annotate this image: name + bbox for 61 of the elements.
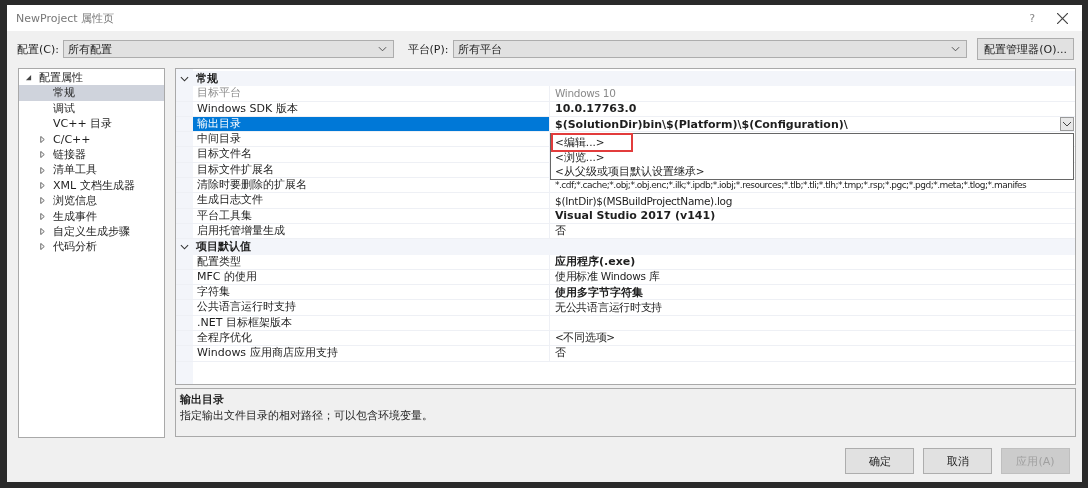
tree-item[interactable]: 常规: [19, 85, 164, 101]
dropdown-option[interactable]: <编辑...>: [553, 135, 631, 150]
property-name[interactable]: 目标文件扩展名: [193, 162, 549, 178]
property-value: 使用标准 Windows 库: [555, 270, 660, 284]
config-label: 配置(C):: [17, 41, 59, 57]
tree-item[interactable]: 清单工具: [19, 162, 164, 178]
chevron-down-icon[interactable]: [180, 75, 189, 82]
property-name[interactable]: .NET 目标框架版本: [193, 315, 549, 331]
description-text: 指定输出文件目录的相对路径；可以包含环境变量。: [180, 409, 434, 423]
property-name[interactable]: Windows 应用商店应用支持: [193, 346, 549, 361]
property-name[interactable]: 中间目录: [193, 132, 549, 147]
platform-dropdown[interactable]: 所有平台: [452, 40, 968, 58]
dropdown-option[interactable]: <从父级或项目默认设置继承>: [553, 164, 705, 179]
collapse-arrow-icon[interactable]: [25, 74, 32, 82]
config-dropdown[interactable]: 所有配置: [63, 40, 394, 58]
property-name[interactable]: 生成日志文件: [193, 193, 549, 208]
property-name[interactable]: MFC 的使用: [193, 269, 549, 285]
platform-label: 平台(P):: [407, 41, 449, 57]
tree-item[interactable]: 代码分析: [19, 239, 164, 255]
property-value: *.cdf;*.cache;*.obj;*.obj.enc;*.ilk;*.ipdb;*.iobj;*.resources;*.tlb;*.tli;*.tlh;*.tmp;*.rsp;*.pgc;*.pgd;*.meta;*.tlog;*.manifes: [555, 180, 1027, 191]
property-value: 10.0.17763.0: [555, 102, 637, 116]
tree-item[interactable]: 配置属性: [19, 70, 164, 86]
property-value: 否: [555, 346, 566, 361]
property-value: 否: [555, 224, 566, 239]
chevron-down-icon[interactable]: [180, 243, 189, 250]
property-name[interactable]: 全程序优化: [193, 331, 549, 346]
property-value: 使用多字节字符集: [555, 285, 643, 300]
property-name[interactable]: 字符集: [193, 285, 549, 300]
help-button[interactable]: ?: [1029, 11, 1035, 25]
property-name[interactable]: 公共语言运行时支持: [193, 300, 549, 315]
tree-item[interactable]: 调试: [19, 100, 164, 117]
dialog-button[interactable]: 确定: [845, 448, 914, 474]
dialog-button[interactable]: 取消: [923, 448, 992, 474]
tree-item[interactable]: VC++ 目录: [19, 116, 164, 132]
property-name[interactable]: 平台工具集: [193, 208, 549, 223]
property-name[interactable]: Windows SDK 版本: [193, 101, 549, 116]
dropdown-option[interactable]: <浏览...>: [553, 149, 605, 164]
property-name[interactable]: 配置类型: [193, 254, 549, 269]
config-manager-button[interactable]: 配置管理器(O)...: [977, 38, 1074, 60]
close-icon[interactable]: [1057, 12, 1068, 24]
property-value: $(IntDir)$(MSBuildProjectName).log: [555, 194, 733, 207]
property-value: $(SolutionDir)bin\$(Platform)\$(Configuration)\: [555, 117, 848, 131]
dropdown-button[interactable]: [1060, 117, 1074, 132]
tree-item[interactable]: 生成事件: [19, 208, 164, 224]
property-name[interactable]: 目标文件名: [193, 147, 549, 162]
chevron-down-icon: [377, 46, 387, 52]
tree-item[interactable]: 链接器: [19, 146, 164, 163]
property-value: 应用程序(.exe): [555, 254, 636, 269]
tree-item[interactable]: 自定义生成步骤: [19, 223, 164, 240]
property-value: Windows 10: [555, 87, 616, 100]
description-title: 输出目录: [180, 393, 225, 407]
property-name[interactable]: 启用托管增量生成: [193, 223, 549, 239]
window-title: NewProject 属性页: [16, 10, 116, 26]
property-name[interactable]: 清除时要删除的扩展名: [193, 178, 549, 193]
tree-item[interactable]: C/C++: [19, 131, 164, 147]
tree-item[interactable]: XML 文档生成器: [19, 177, 164, 194]
property-value: <不同选项>: [555, 331, 615, 346]
property-value: Visual Studio 2017 (v141): [555, 209, 716, 223]
property-value: 无公共语言运行时支持: [555, 300, 662, 315]
tree-item[interactable]: 浏览信息: [19, 193, 164, 209]
chevron-down-icon: [951, 46, 961, 52]
